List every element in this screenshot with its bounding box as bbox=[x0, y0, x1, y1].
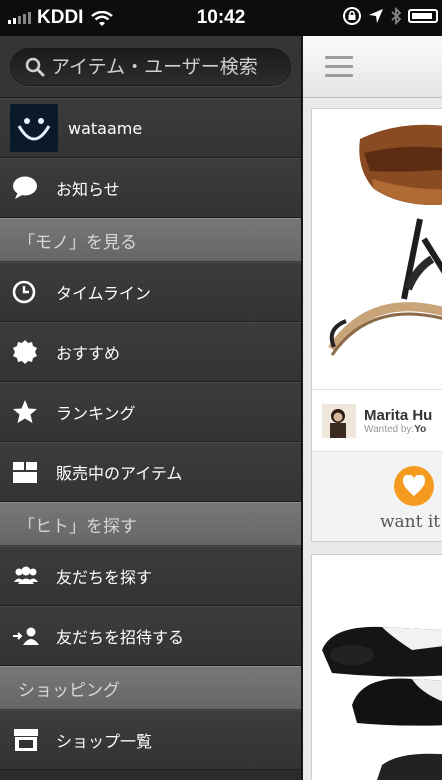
status-bar: KDDI 10:42 bbox=[0, 0, 442, 36]
shop-icon bbox=[12, 728, 56, 752]
feed-panel: Marita Hu Wanted by:Yo want it bbox=[303, 36, 442, 780]
menu-item-shop-list[interactable]: ショップ一覧 bbox=[0, 710, 301, 770]
user-name: wataame bbox=[68, 118, 143, 138]
badge-icon bbox=[12, 339, 56, 365]
app-screen: KDDI 10:42 アイテム・ユーザー検索 wataame お知らせ 「モノ」… bbox=[0, 0, 442, 780]
people-icon bbox=[12, 566, 56, 586]
wanted-by: Wanted by:Yo bbox=[364, 423, 427, 435]
item-card[interactable]: Marita Hu Wanted by:Yo want it bbox=[311, 108, 442, 542]
want-it-button[interactable]: want it bbox=[312, 451, 442, 541]
menu-item-notifications[interactable]: お知らせ bbox=[0, 158, 301, 218]
side-menu: wataame お知らせ 「モノ」を見る タイムライン おすすめ ラン bbox=[0, 36, 302, 780]
owner-avatar bbox=[322, 403, 356, 438]
location-icon bbox=[369, 9, 383, 23]
clock-icon bbox=[12, 280, 56, 304]
notifications-label: お知らせ bbox=[56, 180, 120, 199]
menu-item-ranking[interactable]: ランキング bbox=[0, 382, 301, 442]
search-field[interactable] bbox=[10, 48, 291, 86]
menu-item-items-for-sale[interactable]: 販売中のアイテム bbox=[0, 442, 301, 502]
menu-item-recommended[interactable]: おすすめ bbox=[0, 322, 301, 382]
invite-icon bbox=[12, 626, 56, 646]
rotation-lock-icon bbox=[343, 7, 361, 25]
search-input[interactable] bbox=[51, 56, 291, 78]
menu-item-timeline[interactable]: タイムライン bbox=[0, 262, 301, 322]
bluetooth-icon bbox=[391, 7, 402, 25]
section-header-hito: 「ヒト」を探す bbox=[0, 502, 301, 546]
product-image[interactable] bbox=[312, 555, 442, 780]
avatar bbox=[10, 104, 58, 152]
nav-bar bbox=[303, 36, 442, 98]
section-header-shopping: ショッピング bbox=[0, 666, 301, 710]
speech-bubble-icon bbox=[12, 176, 56, 200]
menu-item-label: ランキング bbox=[56, 404, 136, 423]
status-icons bbox=[342, 6, 438, 26]
search-bar bbox=[0, 36, 301, 98]
star-icon bbox=[12, 399, 56, 425]
item-card[interactable] bbox=[311, 554, 442, 780]
box-icon bbox=[12, 460, 56, 484]
heart-icon bbox=[394, 466, 434, 506]
want-it-label: want it bbox=[380, 512, 441, 532]
owner-name: Marita Hu bbox=[364, 406, 433, 424]
item-owner-row[interactable]: Marita Hu Wanted by:Yo bbox=[312, 389, 442, 451]
menu-item-label: 販売中のアイテム bbox=[56, 464, 183, 483]
menu-item-profile[interactable]: wataame bbox=[0, 98, 301, 158]
product-image[interactable] bbox=[312, 109, 442, 389]
battery-icon bbox=[408, 9, 438, 23]
section-header-mono: 「モノ」を見る bbox=[0, 218, 301, 262]
menu-item-find-friends[interactable]: 友だちを探す bbox=[0, 546, 301, 606]
search-icon bbox=[25, 57, 45, 77]
menu-item-label: 友だちを探す bbox=[56, 568, 153, 587]
menu-item-invite-friends[interactable]: 友だちを招待する bbox=[0, 606, 301, 666]
menu-item-label: ショップ一覧 bbox=[56, 732, 153, 751]
menu-toggle-icon[interactable] bbox=[325, 56, 353, 83]
menu-item-label: おすすめ bbox=[56, 344, 121, 363]
menu-item-label: タイムライン bbox=[56, 284, 151, 303]
menu-item-label: 友だちを招待する bbox=[56, 628, 185, 647]
